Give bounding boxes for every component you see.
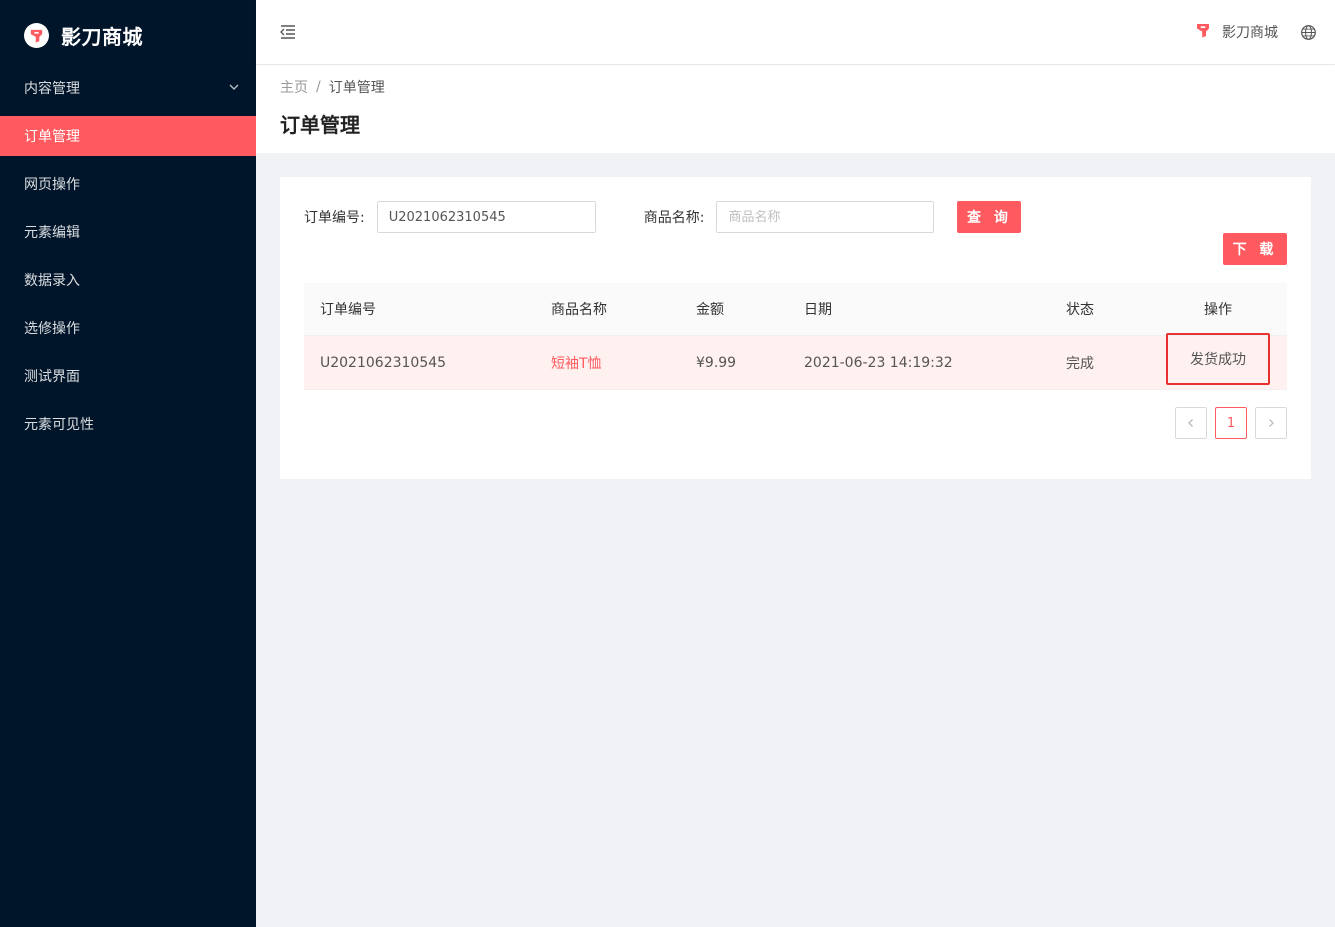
product-name-label: 商品名称: xyxy=(643,210,705,226)
column-header-date: 日期 xyxy=(804,302,832,318)
download-button[interactable]: 下 载 xyxy=(1223,233,1287,265)
table-row: U2021062310545 短袖T恤 ¥9.99 2021-06-23 14:… xyxy=(304,333,1287,390)
breadcrumb-separator: / xyxy=(316,79,321,95)
page-header: 主页 / 订单管理 订单管理 xyxy=(256,65,1335,153)
header-brand-label: 影刀商城 xyxy=(1222,25,1278,41)
sidebar-item-element-edit[interactable]: 元素编辑 xyxy=(0,212,256,252)
globe-icon[interactable] xyxy=(1300,24,1317,41)
logo[interactable]: 影刀商城 xyxy=(0,0,256,70)
sidebar-item-label: 选修操作 xyxy=(24,321,80,337)
cell-amount: ¥9.99 xyxy=(696,354,737,371)
breadcrumb: 主页 / 订单管理 xyxy=(280,78,1311,96)
breadcrumb-home[interactable]: 主页 xyxy=(280,77,308,97)
column-header-action: 操作 xyxy=(1204,302,1232,318)
sidebar: 影刀商城 内容管理 订单管理 网页操作 元素编辑 数据录入 选修操作 测试界面 … xyxy=(0,0,256,927)
orders-table: 订单编号 商品名称 金额 日期 状态 操作 U2021062310545 短袖T… xyxy=(304,283,1287,390)
sidebar-item-data-entry[interactable]: 数据录入 xyxy=(0,260,256,300)
brand-logo-icon xyxy=(24,22,49,48)
sidebar-item-elective-operation[interactable]: 选修操作 xyxy=(0,308,256,348)
brand-name: 影刀商城 xyxy=(61,24,143,49)
product-name-input[interactable] xyxy=(716,201,935,233)
sidebar-item-label: 数据录入 xyxy=(24,273,80,289)
header-brand[interactable]: 影刀商城 xyxy=(1194,21,1278,43)
chevron-right-icon xyxy=(1266,418,1276,428)
prev-page-button[interactable] xyxy=(1175,407,1207,439)
order-no-input[interactable] xyxy=(376,201,596,233)
page-number-button[interactable]: 1 xyxy=(1215,407,1247,439)
sidebar-item-label: 网页操作 xyxy=(24,177,80,193)
chevron-down-icon xyxy=(228,81,240,97)
cell-order-no: U2021062310545 xyxy=(320,354,447,371)
query-button[interactable]: 查 询 xyxy=(957,201,1022,233)
cell-product-link[interactable]: 短袖T恤 xyxy=(551,336,602,389)
column-header-order-no: 订单编号 xyxy=(320,302,376,318)
sidebar-item-label: 内容管理 xyxy=(24,81,80,97)
sidebar-item-order-management[interactable]: 订单管理 xyxy=(0,116,256,156)
page-title: 订单管理 xyxy=(280,113,360,137)
sidebar-item-test-interface[interactable]: 测试界面 xyxy=(0,356,256,396)
cell-status: 完成 xyxy=(1066,355,1094,372)
top-header: 影刀商城 xyxy=(256,0,1335,64)
sidebar-item-web-operation[interactable]: 网页操作 xyxy=(0,164,256,204)
column-header-status: 状态 xyxy=(1066,302,1094,318)
filter-form: 订单编号: 商品名称: 查 询 xyxy=(304,201,1022,233)
cell-date: 2021-06-23 14:19:32 xyxy=(804,354,953,371)
content-card: 订单编号: 商品名称: 查 询 下 载 订单编号 商品名称 金额 日期 状态 操… xyxy=(280,177,1311,479)
menu-fold-icon[interactable] xyxy=(278,22,298,42)
ship-success-action[interactable]: 发货成功 xyxy=(1166,333,1270,385)
order-no-label: 订单编号: xyxy=(304,210,365,226)
sidebar-item-content-management[interactable]: 内容管理 xyxy=(0,68,256,108)
sidebar-item-label: 测试界面 xyxy=(24,369,80,385)
pagination: 1 xyxy=(1167,407,1287,439)
next-page-button[interactable] xyxy=(1255,407,1287,439)
sidebar-item-label: 订单管理 xyxy=(24,129,80,145)
sidebar-item-label: 元素可见性 xyxy=(24,417,94,433)
column-header-product: 商品名称 xyxy=(551,302,607,318)
sidebar-item-element-visibility[interactable]: 元素可见性 xyxy=(0,404,256,444)
column-header-amount: 金额 xyxy=(696,302,724,318)
brand-logo-icon xyxy=(1194,21,1212,43)
table-header: 订单编号 商品名称 金额 日期 状态 操作 xyxy=(304,283,1287,336)
sidebar-item-label: 元素编辑 xyxy=(24,225,80,241)
breadcrumb-current: 订单管理 xyxy=(328,80,385,96)
chevron-left-icon xyxy=(1186,418,1196,428)
